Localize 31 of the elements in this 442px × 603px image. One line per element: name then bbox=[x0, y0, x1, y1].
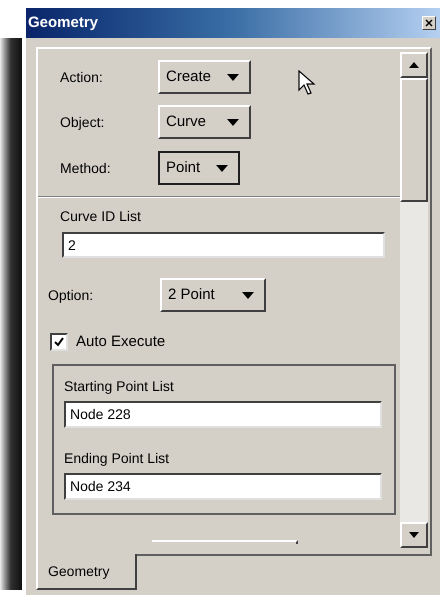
field-label: Method: bbox=[59, 158, 112, 178]
check-icon bbox=[54, 337, 64, 348]
field-label: Ending Point List bbox=[64, 448, 170, 468]
down-arrow-icon bbox=[409, 532, 419, 538]
cursor-icon bbox=[298, 70, 316, 96]
input-field[interactable]: Node 228 bbox=[64, 400, 382, 428]
scroll-up-button[interactable] bbox=[400, 52, 428, 78]
input-field[interactable]: 2 bbox=[62, 232, 385, 258]
caret-icon bbox=[242, 292, 254, 298]
input-field[interactable]: Node 234 bbox=[64, 472, 382, 500]
field-label: Starting Point List bbox=[64, 376, 175, 396]
field-label: Curve ID List bbox=[59, 207, 142, 226]
checkbox-label: Auto Execute bbox=[76, 332, 166, 352]
dropdown[interactable]: Curve bbox=[158, 105, 251, 139]
dropdown[interactable]: Point bbox=[158, 151, 240, 185]
caret-icon bbox=[227, 74, 239, 80]
close-icon bbox=[425, 19, 433, 27]
caret-icon bbox=[216, 164, 228, 172]
field-label: Object: bbox=[59, 112, 106, 132]
scroll-down-button[interactable] bbox=[400, 522, 428, 548]
field-label: Action: bbox=[59, 68, 104, 86]
checkbox[interactable] bbox=[50, 333, 68, 352]
window-title: Geometry bbox=[28, 12, 98, 33]
field-label: Option: bbox=[47, 286, 94, 305]
dropdown[interactable]: 2 Point bbox=[160, 278, 266, 312]
close-button[interactable] bbox=[422, 16, 436, 30]
caret-icon bbox=[227, 118, 239, 126]
tab[interactable]: Geometry bbox=[36, 554, 137, 590]
up-arrow-icon bbox=[409, 62, 419, 68]
dropdown[interactable]: Create bbox=[158, 60, 251, 94]
scroll-thumb[interactable] bbox=[400, 78, 428, 202]
